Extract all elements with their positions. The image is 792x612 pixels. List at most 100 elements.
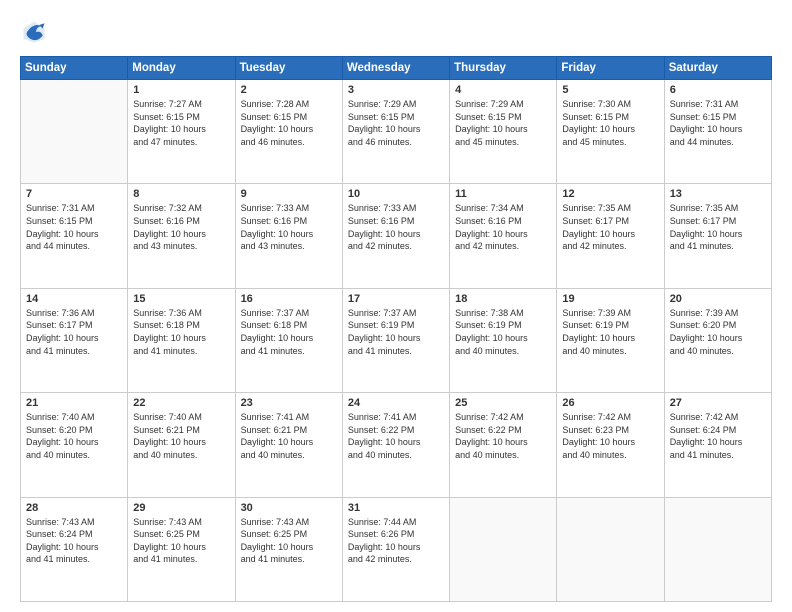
cell-info: Sunrise: 7:31 AMSunset: 6:15 PMDaylight:… [670,98,766,148]
calendar-cell: 12 Sunrise: 7:35 AMSunset: 6:17 PMDayligh… [557,184,664,288]
cell-info: Sunrise: 7:40 AMSunset: 6:20 PMDaylight:… [26,411,122,461]
calendar-cell: 10 Sunrise: 7:33 AMSunset: 6:16 PMDayligh… [342,184,449,288]
calendar-cell: 19 Sunrise: 7:39 AMSunset: 6:19 PMDayligh… [557,288,664,392]
calendar-header-saturday: Saturday [664,57,771,80]
cell-info: Sunrise: 7:42 AMSunset: 6:22 PMDaylight:… [455,411,551,461]
calendar-cell: 22 Sunrise: 7:40 AMSunset: 6:21 PMDayligh… [128,393,235,497]
calendar-cell: 23Sunrise: 7:41 AMSunset: 6:21 PMDayligh… [235,393,342,497]
calendar-week-1: 1Sunrise: 7:27 AMSunset: 6:15 PMDaylight… [21,80,772,184]
day-number: 29 [133,502,229,514]
day-number: 8 [133,188,229,200]
calendar-cell [21,80,128,184]
header [20,18,772,46]
calendar-cell: 14 Sunrise: 7:36 AMSunset: 6:17 PMDayligh… [21,288,128,392]
logo [20,18,52,46]
day-number: 15 [133,293,229,305]
calendar-cell: 16Sunrise: 7:37 AMSunset: 6:18 PMDayligh… [235,288,342,392]
cell-info: Sunrise: 7:43 AMSunset: 6:24 PMDaylight:… [26,516,122,566]
cell-info: Sunrise: 7:36 AMSunset: 6:17 PMDaylight:… [26,307,122,357]
day-number: 28 [26,502,122,514]
cell-info: Sunrise: 7:33 AMSunset: 6:16 PMDaylight:… [241,202,337,252]
calendar-cell: 4 Sunrise: 7:29 AMSunset: 6:15 PMDaylight… [450,80,557,184]
calendar-header-row: SundayMondayTuesdayWednesdayThursdayFrid… [21,57,772,80]
calendar-header-sunday: Sunday [21,57,128,80]
calendar-cell: 15 Sunrise: 7:36 AMSunset: 6:18 PMDayligh… [128,288,235,392]
cell-info: Sunrise: 7:35 AMSunset: 6:17 PMDaylight:… [562,202,658,252]
calendar-cell: 20Sunrise: 7:39 AMSunset: 6:20 PMDayligh… [664,288,771,392]
day-number: 20 [670,293,766,305]
day-number: 24 [348,397,444,409]
day-number: 21 [26,397,122,409]
calendar-cell: 25 Sunrise: 7:42 AMSunset: 6:22 PMDayligh… [450,393,557,497]
calendar-week-2: 7 Sunrise: 7:31 AMSunset: 6:15 PMDaylight… [21,184,772,288]
day-number: 10 [348,188,444,200]
cell-info: Sunrise: 7:36 AMSunset: 6:18 PMDaylight:… [133,307,229,357]
day-number: 23 [241,397,337,409]
day-number: 17 [348,293,444,305]
day-number: 31 [348,502,444,514]
calendar-cell: 21 Sunrise: 7:40 AMSunset: 6:20 PMDayligh… [21,393,128,497]
day-number: 5 [562,84,658,96]
cell-info: Sunrise: 7:32 AMSunset: 6:16 PMDaylight:… [133,202,229,252]
calendar-cell: 5 Sunrise: 7:30 AMSunset: 6:15 PMDaylight… [557,80,664,184]
calendar-cell: 13 Sunrise: 7:35 AMSunset: 6:17 PMDayligh… [664,184,771,288]
day-number: 22 [133,397,229,409]
cell-info: Sunrise: 7:29 AMSunset: 6:15 PMDaylight:… [348,98,444,148]
cell-info: Sunrise: 7:35 AMSunset: 6:17 PMDaylight:… [670,202,766,252]
cell-info: Sunrise: 7:38 AMSunset: 6:19 PMDaylight:… [455,307,551,357]
day-number: 12 [562,188,658,200]
cell-info: Sunrise: 7:31 AMSunset: 6:15 PMDaylight:… [26,202,122,252]
calendar-cell: 8 Sunrise: 7:32 AMSunset: 6:16 PMDaylight… [128,184,235,288]
cell-info: Sunrise: 7:28 AMSunset: 6:15 PMDaylight:… [241,98,337,148]
cell-info: Sunrise: 7:42 AMSunset: 6:24 PMDaylight:… [670,411,766,461]
calendar-header-thursday: Thursday [450,57,557,80]
calendar-cell: 24 Sunrise: 7:41 AMSunset: 6:22 PMDayligh… [342,393,449,497]
calendar-header-friday: Friday [557,57,664,80]
day-number: 25 [455,397,551,409]
calendar-cell: 3 Sunrise: 7:29 AMSunset: 6:15 PMDaylight… [342,80,449,184]
day-number: 14 [26,293,122,305]
cell-info: Sunrise: 7:43 AMSunset: 6:25 PMDaylight:… [241,516,337,566]
calendar-table: SundayMondayTuesdayWednesdayThursdayFrid… [20,56,772,602]
day-number: 2 [241,84,337,96]
calendar-cell: 28 Sunrise: 7:43 AMSunset: 6:24 PMDayligh… [21,497,128,601]
calendar-cell: 31 Sunrise: 7:44 AMSunset: 6:26 PMDayligh… [342,497,449,601]
day-number: 7 [26,188,122,200]
cell-info: Sunrise: 7:29 AMSunset: 6:15 PMDaylight:… [455,98,551,148]
calendar-cell: 2 Sunrise: 7:28 AMSunset: 6:15 PMDaylight… [235,80,342,184]
day-number: 4 [455,84,551,96]
day-number: 19 [562,293,658,305]
calendar-cell: 30 Sunrise: 7:43 AMSunset: 6:25 PMDayligh… [235,497,342,601]
day-number: 3 [348,84,444,96]
calendar-cell: 26 Sunrise: 7:42 AMSunset: 6:23 PMDayligh… [557,393,664,497]
calendar-header-wednesday: Wednesday [342,57,449,80]
calendar-header-tuesday: Tuesday [235,57,342,80]
logo-icon [20,18,48,46]
calendar-cell: 18Sunrise: 7:38 AMSunset: 6:19 PMDayligh… [450,288,557,392]
calendar-cell: 6Sunrise: 7:31 AMSunset: 6:15 PMDaylight… [664,80,771,184]
day-number: 1 [133,84,229,96]
cell-info: Sunrise: 7:44 AMSunset: 6:26 PMDaylight:… [348,516,444,566]
calendar-cell [557,497,664,601]
calendar-cell: 9Sunrise: 7:33 AMSunset: 6:16 PMDaylight… [235,184,342,288]
cell-info: Sunrise: 7:39 AMSunset: 6:19 PMDaylight:… [562,307,658,357]
cell-info: Sunrise: 7:40 AMSunset: 6:21 PMDaylight:… [133,411,229,461]
cell-info: Sunrise: 7:43 AMSunset: 6:25 PMDaylight:… [133,516,229,566]
calendar-week-5: 28 Sunrise: 7:43 AMSunset: 6:24 PMDayligh… [21,497,772,601]
cell-info: Sunrise: 7:33 AMSunset: 6:16 PMDaylight:… [348,202,444,252]
cell-info: Sunrise: 7:41 AMSunset: 6:22 PMDaylight:… [348,411,444,461]
calendar-cell: 1Sunrise: 7:27 AMSunset: 6:15 PMDaylight… [128,80,235,184]
calendar-cell: 17Sunrise: 7:37 AMSunset: 6:19 PMDayligh… [342,288,449,392]
cell-info: Sunrise: 7:30 AMSunset: 6:15 PMDaylight:… [562,98,658,148]
cell-info: Sunrise: 7:42 AMSunset: 6:23 PMDaylight:… [562,411,658,461]
day-number: 26 [562,397,658,409]
day-number: 11 [455,188,551,200]
page: SundayMondayTuesdayWednesdayThursdayFrid… [0,0,792,612]
day-number: 13 [670,188,766,200]
day-number: 16 [241,293,337,305]
calendar-week-4: 21 Sunrise: 7:40 AMSunset: 6:20 PMDayligh… [21,393,772,497]
calendar-cell: 29 Sunrise: 7:43 AMSunset: 6:25 PMDayligh… [128,497,235,601]
calendar-week-3: 14 Sunrise: 7:36 AMSunset: 6:17 PMDayligh… [21,288,772,392]
calendar-cell: 11Sunrise: 7:34 AMSunset: 6:16 PMDayligh… [450,184,557,288]
day-number: 30 [241,502,337,514]
